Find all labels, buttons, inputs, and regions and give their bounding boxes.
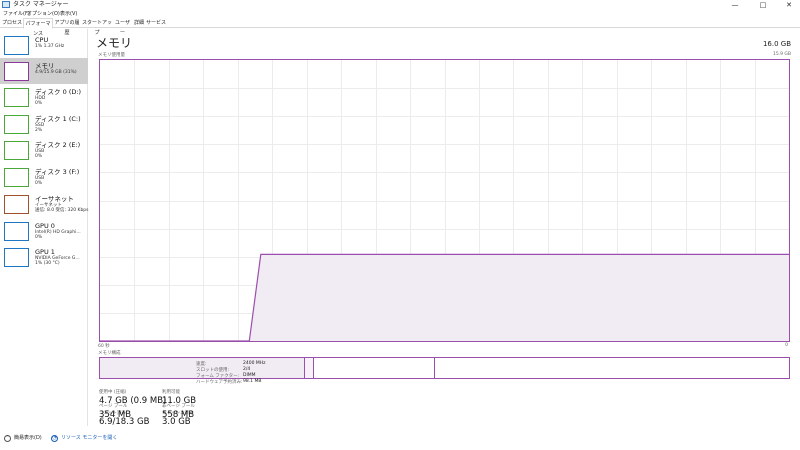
- prop-hw-reserved-value: 98.1 MB: [243, 379, 262, 384]
- sidebar-item-title: CPU: [35, 36, 49, 44]
- memory-usage-chart: [99, 59, 790, 342]
- sidebar-item-1[interactable]: メモリ 4.9/15.9 GB (31%): [0, 58, 88, 84]
- stat-available-label: 利用可能: [162, 390, 180, 395]
- disk-graph-icon: [4, 141, 29, 160]
- page-title: メモリ: [96, 36, 133, 50]
- window-title: タスク マネージャー: [13, 1, 69, 8]
- sidebar-item-4[interactable]: ディスク 2 (E:) USB 0%: [0, 137, 88, 163]
- composition-modified[interactable]: [305, 358, 314, 378]
- resource-monitor-link[interactable]: リソース モニターを開く: [61, 435, 117, 442]
- sidebar-item-detail: 1% 1.37 GHz: [35, 44, 65, 49]
- tab-performance[interactable]: パフォーマンス: [23, 18, 53, 37]
- prop-form-factor-value: DIMM: [243, 373, 256, 378]
- sidebar-item-3[interactable]: ディスク 1 (C:) SSD 2%: [0, 111, 88, 137]
- sidebar-item-usage: 0%: [35, 154, 43, 159]
- close-button[interactable]: ✕: [778, 0, 800, 10]
- tab-details[interactable]: 詳細: [132, 18, 146, 28]
- resource-monitor-icon[interactable]: ◔: [51, 435, 58, 442]
- sidebar-item-title: メモリ: [35, 62, 55, 70]
- sidebar-item-title: イーサネット: [35, 195, 74, 203]
- sidebar-item-title: ディスク 0 (D:): [35, 88, 82, 96]
- prop-speed-value: 2400 MHz: [243, 361, 266, 366]
- menu-bar: ファイル(F) オプション(O) 表示(V): [0, 10, 800, 18]
- memory-usage-label: メモリ使用量: [98, 53, 125, 58]
- stat-paged-pool-label: ページ プール: [99, 404, 128, 409]
- tab-bar: プロセス パフォーマンス アプリの履歴 スタートアップ ユーザー 詳細 サービス: [0, 18, 800, 37]
- sidebar-item-6[interactable]: イーサネット イーサネット 送信: 8.0 受信: 320 Kbps: [0, 191, 89, 217]
- prop-slots-value: 2/4: [243, 367, 251, 372]
- tab-services[interactable]: サービス: [146, 18, 166, 28]
- minimize-button[interactable]: —: [724, 0, 746, 10]
- axis-time-start: 60 秒: [98, 344, 110, 349]
- sidebar-item-usage: 0%: [35, 235, 43, 240]
- cpu-graph-icon: [4, 36, 29, 55]
- chevron-up-icon[interactable]: ⌃: [4, 435, 11, 442]
- sidebar-item-title: ディスク 3 (F:): [35, 168, 80, 176]
- task-manager-window: タスク マネージャー — □ ✕ ファイル(F) オプション(O) 表示(V) …: [0, 0, 800, 450]
- tab-processes[interactable]: プロセス: [1, 18, 23, 28]
- composition-standby[interactable]: [314, 358, 435, 378]
- total-memory: 16.0 GB: [762, 40, 791, 48]
- sidebar-item-title: ディスク 2 (E:): [35, 141, 81, 149]
- sidebar-item-usage: 送信: 8.0 受信: 320 Kbps: [35, 208, 89, 213]
- stat-paged-pool-value: 354 MB: [99, 410, 132, 420]
- gpu-graph-icon: [4, 222, 29, 241]
- resource-sidebar: CPU 1% 1.37 GHz メモリ 4.9/15.9 GB (31%) ディスク 0…: [0, 29, 89, 426]
- composition-free[interactable]: [435, 358, 789, 378]
- sidebar-item-5[interactable]: ディスク 3 (F:) USB 0%: [0, 164, 88, 190]
- stat-nonpaged-pool-label: 非ページ プール: [162, 404, 195, 409]
- tab-startup[interactable]: スタートアップ: [81, 18, 113, 36]
- sidebar-item-usage: 2%: [35, 128, 43, 133]
- sidebar-item-2[interactable]: ディスク 0 (D:) HDD 0%: [0, 84, 88, 110]
- sidebar-item-0[interactable]: CPU 1% 1.37 GHz: [0, 32, 88, 58]
- stat-nonpaged-pool-value: 558 MB: [162, 410, 195, 420]
- title-bar[interactable]: タスク マネージャー — □ ✕: [0, 0, 800, 10]
- stat-in-use-label: 使用中 (圧縮): [99, 390, 127, 395]
- sidebar-item-usage: 1% (30 °C): [35, 261, 60, 266]
- ethernet-graph-icon: [4, 195, 29, 214]
- memory-graph-icon: [4, 62, 29, 81]
- gpu-graph-icon: [4, 248, 29, 267]
- sidebar-item-usage: 0%: [35, 101, 43, 106]
- menu-options[interactable]: オプション(O): [27, 10, 60, 18]
- prop-hw-reserved-key: ハードウェア予約済み:: [196, 380, 243, 385]
- sidebar-item-usage: 0%: [35, 181, 43, 186]
- axis-time-end: 0: [785, 343, 788, 348]
- sidebar-item-8[interactable]: GPU 1 NVIDIA GeForce G... 1% (30 °C): [0, 244, 88, 270]
- memory-usage-graph: [100, 60, 789, 342]
- maximize-button[interactable]: □: [752, 0, 774, 10]
- disk-graph-icon: [4, 88, 29, 107]
- menu-view[interactable]: 表示(V): [60, 10, 77, 18]
- disk-graph-icon: [4, 168, 29, 187]
- tab-app-history[interactable]: アプリの履歴: [53, 18, 81, 36]
- sidebar-item-title: GPU 0: [35, 222, 55, 230]
- task-manager-icon: [2, 1, 10, 8]
- disk-graph-icon: [4, 115, 29, 134]
- footer-bar: ⌃ 簡易表示(D) ◔ リソース モニターを開く: [0, 432, 800, 446]
- sidebar-item-detail: 4.9/15.9 GB (31%): [35, 70, 77, 75]
- sidebar-item-7[interactable]: GPU 0 Intel(R) HD Graphi... 0%: [0, 218, 88, 244]
- memory-usage-max: 15.9 GB: [772, 52, 791, 57]
- fewer-details-link[interactable]: 簡易表示(D): [14, 435, 42, 442]
- sidebar-item-title: ディスク 1 (C:): [35, 115, 81, 123]
- memory-composition-label: メモリ構成: [98, 351, 121, 356]
- menu-file[interactable]: ファイル(F): [3, 10, 30, 18]
- tab-users[interactable]: ユーザー: [113, 18, 132, 36]
- sidebar-item-title: GPU 1: [35, 248, 55, 256]
